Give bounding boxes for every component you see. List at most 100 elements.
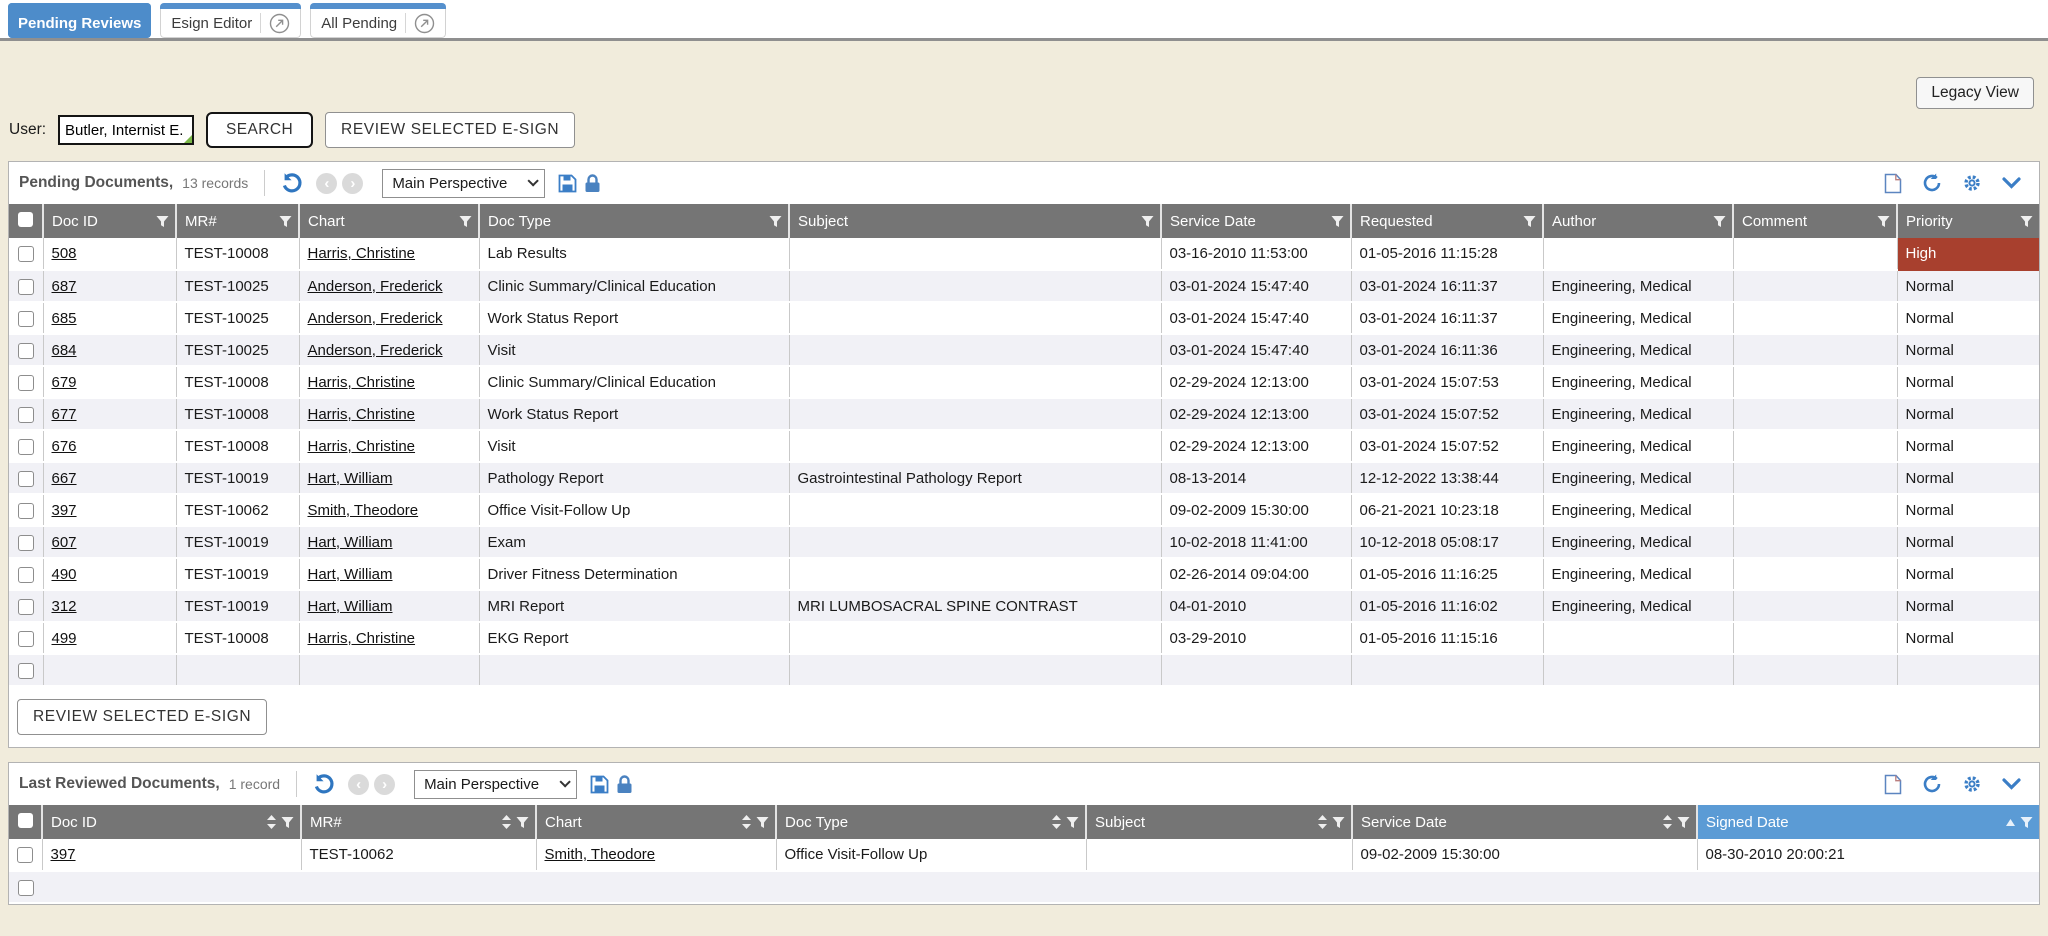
undo-icon[interactable]	[281, 172, 303, 194]
review-selected-esign-button[interactable]: REVIEW SELECTED E-SIGN	[325, 112, 575, 148]
gear-icon[interactable]	[1962, 774, 1982, 794]
row-checkbox[interactable]	[18, 246, 34, 262]
doc-link[interactable]: Harris, Christine	[308, 630, 416, 647]
row-checkbox[interactable]	[18, 407, 34, 423]
legacy-view-button[interactable]: Legacy View	[1916, 77, 2034, 109]
col-subject[interactable]: Subject	[1086, 805, 1352, 839]
author-cell: Engineering, Medical	[1543, 526, 1733, 558]
collapse-chevron-icon[interactable]	[2002, 778, 2021, 790]
perspective-select[interactable]: Main Perspective	[382, 169, 545, 198]
doc-id-cell: 684	[43, 334, 176, 366]
col-comment[interactable]: Comment	[1733, 204, 1897, 238]
select-all-checkbox[interactable]	[18, 212, 33, 227]
refresh-icon[interactable]	[1922, 774, 1942, 794]
doc-link[interactable]: 607	[52, 534, 77, 551]
col-mr[interactable]: MR#	[301, 805, 536, 839]
doc-link[interactable]: 499	[52, 630, 77, 647]
doc-link[interactable]: Smith, Theodore	[308, 502, 419, 519]
row-checkbox[interactable]	[18, 279, 34, 295]
doc-link[interactable]: 397	[52, 502, 77, 519]
user-input[interactable]	[58, 115, 194, 145]
gear-icon[interactable]	[1962, 173, 1982, 193]
col-priority[interactable]: Priority	[1897, 204, 2039, 238]
record-count: 13 records	[182, 175, 248, 191]
new-document-icon[interactable]	[1884, 173, 1902, 194]
doc-type-cell: Office Visit-Follow Up	[776, 839, 1086, 871]
doc-link[interactable]: 677	[52, 406, 77, 423]
collapse-chevron-icon[interactable]	[2002, 177, 2021, 189]
col-signed-date[interactable]: Signed Date	[1697, 805, 2039, 839]
row-checkbox[interactable]	[18, 567, 34, 583]
row-checkbox[interactable]	[17, 847, 33, 863]
doc-link[interactable]: 685	[52, 310, 77, 327]
col-mr[interactable]: MR#	[176, 204, 299, 238]
chart-cell: Hart, William	[299, 558, 479, 590]
next-page-icon[interactable]: ›	[342, 173, 363, 194]
select-all-checkbox[interactable]	[18, 813, 33, 828]
row-checkbox[interactable]	[18, 599, 34, 615]
row-checkbox[interactable]	[18, 439, 34, 455]
row-checkbox[interactable]	[18, 663, 34, 679]
external-link-icon[interactable]	[414, 13, 435, 34]
save-perspective-icon[interactable]	[558, 174, 577, 193]
doc-link[interactable]: Hart, William	[308, 598, 393, 615]
doc-link[interactable]: Anderson, Frederick	[308, 342, 443, 359]
doc-type-cell: Lab Results	[479, 238, 789, 270]
col-chart[interactable]: Chart	[536, 805, 776, 839]
review-selected-esign-bottom-button[interactable]: REVIEW SELECTED E-SIGN	[17, 699, 267, 735]
row-checkbox[interactable]	[18, 375, 34, 391]
col-requested[interactable]: Requested	[1351, 204, 1543, 238]
doc-link[interactable]: Harris, Christine	[308, 245, 416, 262]
next-page-icon[interactable]: ›	[374, 774, 395, 795]
doc-link[interactable]: Harris, Christine	[308, 406, 416, 423]
doc-link[interactable]: 508	[52, 245, 77, 262]
col-service-date[interactable]: Service Date	[1352, 805, 1697, 839]
row-checkbox[interactable]	[18, 311, 34, 327]
doc-link[interactable]: 667	[52, 470, 77, 487]
tab-esign-editor[interactable]: Esign Editor	[160, 3, 301, 38]
external-link-icon[interactable]	[269, 13, 290, 34]
lock-icon[interactable]	[616, 775, 633, 794]
tab-pending-reviews[interactable]: Pending Reviews	[8, 3, 151, 38]
save-perspective-icon[interactable]	[590, 775, 609, 794]
tab-all-pending[interactable]: All Pending	[310, 3, 446, 38]
search-button[interactable]: SEARCH	[206, 112, 313, 148]
row-checkbox[interactable]	[18, 503, 34, 519]
doc-link[interactable]: Hart, William	[308, 534, 393, 551]
doc-link[interactable]: 679	[52, 374, 77, 391]
doc-link[interactable]: Hart, William	[308, 470, 393, 487]
prev-page-icon[interactable]: ‹	[316, 173, 337, 194]
doc-link[interactable]: 490	[52, 566, 77, 583]
doc-link[interactable]: 687	[52, 278, 77, 295]
doc-link[interactable]: Harris, Christine	[308, 374, 416, 391]
col-subject[interactable]: Subject	[789, 204, 1161, 238]
new-document-icon[interactable]	[1884, 774, 1902, 795]
requested-cell: 03-01-2024 15:07:52	[1351, 398, 1543, 430]
doc-link[interactable]: Hart, William	[308, 566, 393, 583]
row-checkbox[interactable]	[18, 535, 34, 551]
row-checkbox[interactable]	[18, 631, 34, 647]
doc-link[interactable]: 312	[52, 598, 77, 615]
doc-link[interactable]: 676	[52, 438, 77, 455]
lock-icon[interactable]	[584, 174, 601, 193]
doc-link[interactable]: 684	[52, 342, 77, 359]
perspective-select[interactable]: Main Perspective	[414, 770, 577, 799]
doc-link[interactable]: 397	[51, 846, 76, 863]
col-doc-id[interactable]: Doc ID	[42, 805, 301, 839]
col-doc-type[interactable]: Doc Type	[479, 204, 789, 238]
doc-link[interactable]: Anderson, Frederick	[308, 310, 443, 327]
doc-link[interactable]: Harris, Christine	[308, 438, 416, 455]
prev-page-icon[interactable]: ‹	[348, 774, 369, 795]
col-service-date[interactable]: Service Date	[1161, 204, 1351, 238]
undo-icon[interactable]	[313, 773, 335, 795]
doc-link[interactable]: Smith, Theodore	[545, 846, 656, 863]
col-author[interactable]: Author	[1543, 204, 1733, 238]
doc-link[interactable]: Anderson, Frederick	[308, 278, 443, 295]
row-checkbox[interactable]	[18, 471, 34, 487]
row-checkbox[interactable]	[18, 880, 34, 896]
col-chart[interactable]: Chart	[299, 204, 479, 238]
row-checkbox[interactable]	[18, 343, 34, 359]
col-doc-id[interactable]: Doc ID	[43, 204, 176, 238]
refresh-icon[interactable]	[1922, 173, 1942, 193]
col-doc-type[interactable]: Doc Type	[776, 805, 1086, 839]
